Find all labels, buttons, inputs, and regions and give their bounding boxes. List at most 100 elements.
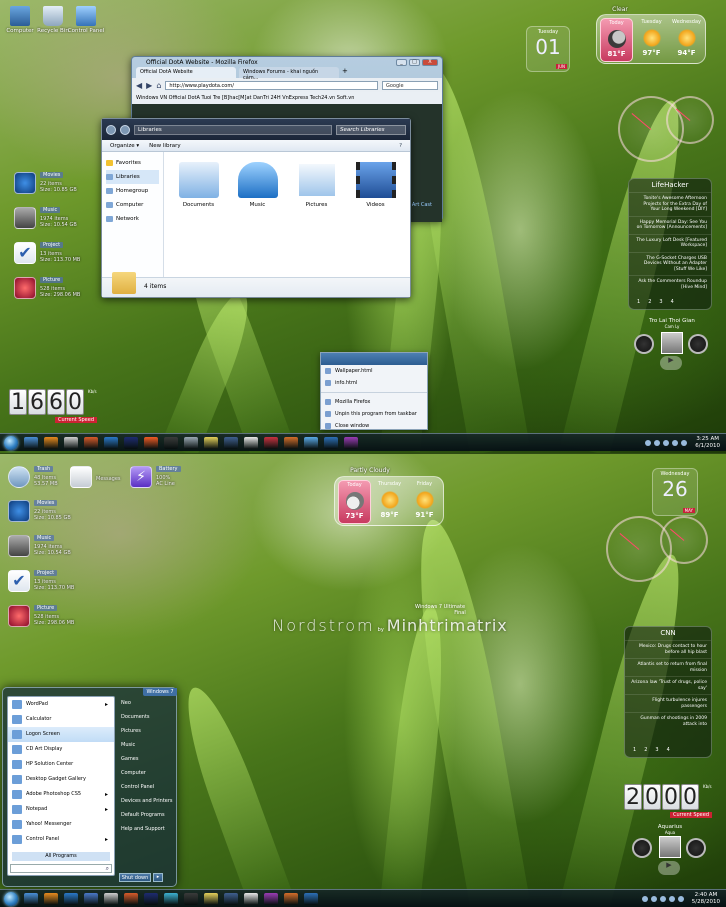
feed-page-button[interactable]: 1 [637, 299, 640, 305]
weather-gadget[interactable]: Today 81°F Tuesday 97°F Wednesday 94°F [596, 14, 706, 64]
tab-windows-forums[interactable]: Windows Forums - khai nguồn cảm... [239, 67, 339, 81]
feed-item[interactable]: Ask the Commenters Roundup [Hive Mind] [629, 275, 711, 293]
nav-favorites[interactable]: Favorites [106, 156, 159, 170]
taskbar-app-button[interactable] [164, 892, 178, 905]
lifehacker-feed-gadget[interactable]: LifeHacker Tonite's Awesome Afternoon Pr… [628, 178, 712, 310]
start-program-item[interactable]: HP Solution Center [8, 757, 114, 772]
maximize-button[interactable]: □ [409, 59, 420, 66]
taskbar-app-button[interactable] [24, 892, 38, 905]
start-program-item[interactable]: Calculator [8, 712, 114, 727]
library-music[interactable]: Music [235, 162, 280, 267]
page-links[interactable]: Art Cast [412, 202, 432, 208]
tray-icons[interactable] [645, 439, 688, 446]
taskbar-app-button[interactable] [124, 436, 138, 449]
dock-item-picture[interactable]: Picture 528 items Size: 298.06 MB [14, 275, 84, 305]
trash-widget[interactable]: Trash 48 Items 53.57 MB [8, 464, 68, 494]
feed-page-button[interactable]: 1 [633, 747, 636, 753]
start-place-item[interactable]: Default Programs [119, 808, 175, 822]
next-button[interactable] [686, 838, 706, 858]
start-place-item[interactable]: Devices and Printers [119, 794, 175, 808]
start-place-item[interactable]: Games [119, 752, 175, 766]
start-program-item[interactable]: WordPad ▸ [8, 697, 114, 712]
taskbar-app-button[interactable] [64, 436, 78, 449]
feed-page-button[interactable]: 3 [659, 299, 662, 305]
dock-item-project[interactable]: ✔ Project 13 items Size: 113.70 MB [14, 240, 84, 270]
jump-list-item[interactable]: info.html [321, 377, 427, 389]
start-place-item[interactable]: Pictures [119, 724, 175, 738]
shut-down-button[interactable]: Shut down [119, 873, 151, 882]
dock-item-music[interactable]: Music 1974 items Size: 10.54 GB [14, 205, 84, 235]
taskbar-app-button[interactable] [184, 892, 198, 905]
media-player-gadget[interactable]: Tro Lai Thoi Gian Cam Ly ▶ [630, 318, 714, 378]
taskbar-app-button[interactable] [24, 436, 38, 449]
feed-item[interactable]: Flight turbulence injures passengers [625, 694, 711, 712]
feed-item[interactable]: Gunman of shootings in 2009 attack into [625, 712, 711, 730]
feed-page-button[interactable]: 4 [667, 747, 670, 753]
back-button[interactable] [106, 124, 116, 135]
feed-page-button[interactable]: 2 [644, 747, 647, 753]
feed-item[interactable]: Happy Memorial Day: See You on Tomorrow … [629, 215, 711, 234]
nav-computer[interactable]: Computer [106, 198, 159, 212]
nav-libraries[interactable]: Libraries [106, 170, 159, 184]
start-program-item[interactable]: Notepad ▸ [8, 802, 114, 817]
clock[interactable]: 3:25 AM 6/1/2010 [695, 436, 720, 450]
forward-icon[interactable]: ▶ [146, 81, 152, 90]
start-place-item[interactable]: Documents [119, 710, 175, 724]
close-button[interactable]: X [422, 59, 438, 66]
taskbar-app-button[interactable] [244, 892, 258, 905]
feed-page-button[interactable]: 3 [655, 747, 658, 753]
next-button[interactable] [688, 334, 708, 354]
nav-network[interactable]: Network [106, 212, 159, 226]
jump-list-item[interactable]: Wallpaper.html [321, 365, 427, 377]
media-player-gadget[interactable]: Aquarius Aqua ▶ [628, 824, 712, 886]
taskbar-app-button[interactable] [204, 436, 218, 449]
taskbar-app-button[interactable] [264, 892, 278, 905]
start-place-item[interactable]: Computer [119, 766, 175, 780]
play-button[interactable]: ▶ [658, 861, 680, 875]
taskbar-app-button[interactable] [164, 436, 178, 449]
dock-item-picture[interactable]: Picture 528 items Size: 298.06 MB [8, 603, 78, 633]
feed-item[interactable]: Mexico: Drugs contact to hour before all… [625, 640, 711, 658]
cnn-feed-gadget[interactable]: CNN Mexico: Drugs contact to hour before… [624, 626, 712, 758]
weather-gadget[interactable]: Today 73°F Thursday 89°F Friday 91°F [334, 476, 444, 526]
library-videos[interactable]: Videos [353, 162, 398, 267]
feed-item[interactable]: The Luxury Loft Desk [Featured Workspace… [629, 233, 711, 252]
taskbar-app-button[interactable] [184, 436, 198, 449]
taskbar-app-button[interactable] [284, 436, 298, 449]
start-place-item[interactable]: Neo [119, 696, 175, 710]
close-window-item[interactable]: Close window [321, 420, 427, 432]
calendar-gadget[interactable]: Tuesday 01 JUN [526, 26, 570, 72]
taskbar-app-button[interactable] [244, 436, 258, 449]
taskbar-app-button[interactable] [144, 436, 158, 449]
clock[interactable]: 2:40 AM 5/28/2010 [692, 892, 720, 906]
dock-item-project[interactable]: ✔ Project 13 items Size: 113.70 MB [8, 568, 78, 598]
feed-item[interactable]: The G-Socket Charges USB Devices Without… [629, 251, 711, 276]
taskbar-app-button[interactable] [84, 892, 98, 905]
all-programs-button[interactable]: All Programs [12, 852, 110, 861]
explorer-window[interactable]: Libraries Search Libraries Organize ▾ Ne… [101, 118, 411, 298]
previous-button[interactable] [632, 838, 652, 858]
start-program-item[interactable]: Yahoo! Messenger [8, 817, 114, 832]
start-program-item[interactable]: CD Art Display [8, 742, 114, 757]
taskbar-app-button[interactable] [44, 436, 58, 449]
organize-button[interactable]: Organize ▾ [110, 143, 139, 149]
home-icon[interactable]: ⌂ [156, 81, 161, 90]
start-program-item[interactable]: Control Panel ▸ [8, 832, 114, 847]
taskbar-app-button[interactable] [344, 436, 358, 449]
tab-official-dota[interactable]: Official DotA Website [136, 67, 236, 78]
taskbar-app-button[interactable] [304, 892, 318, 905]
feed-page-button[interactable]: 4 [671, 299, 674, 305]
start-program-item[interactable]: Desktop Gadget Gallery [8, 772, 114, 787]
play-button[interactable]: ▶ [660, 356, 682, 370]
nav-homegroup[interactable]: Homegroup [106, 184, 159, 198]
start-place-item[interactable]: Control Panel [119, 780, 175, 794]
dock-item-movies[interactable]: Movies 22 items Size: 10.85 GB [8, 498, 78, 528]
back-icon[interactable]: ◀ [136, 81, 142, 90]
dock-item-music[interactable]: Music 1974 items Size: 10.54 GB [8, 533, 78, 563]
taskbar-app-button[interactable] [224, 436, 238, 449]
url-bar[interactable]: http://www.playdota.com/ [165, 80, 378, 90]
taskbar-app-button[interactable] [44, 892, 58, 905]
taskbar-app-button[interactable] [324, 436, 338, 449]
taskbar-app-button[interactable] [144, 892, 158, 905]
new-library-button[interactable]: New library [149, 143, 180, 149]
